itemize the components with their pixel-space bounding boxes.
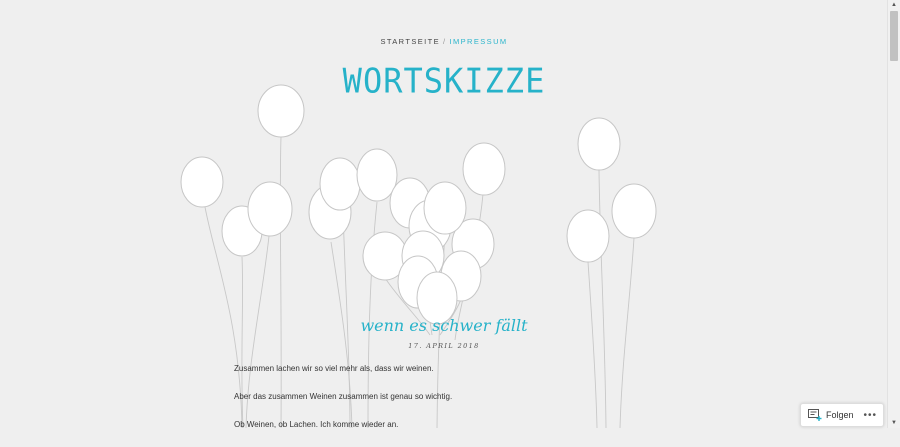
follow-icon bbox=[808, 409, 822, 421]
post-paragraph: Aber das zusammen Weinen zusammen ist ge… bbox=[234, 392, 453, 401]
scroll-down-arrow-icon[interactable]: ▼ bbox=[888, 418, 900, 428]
post-content: Zusammen lachen wir so viel mehr als, da… bbox=[234, 363, 694, 447]
post-paragraph: Zusammen lachen wir so viel mehr als, da… bbox=[234, 364, 434, 373]
post-paragraph: Ob Weinen, ob Lachen. Ich komme wieder a… bbox=[234, 420, 399, 429]
scroll-up-arrow-icon[interactable]: ▲ bbox=[888, 0, 900, 10]
site-title[interactable]: WORTSKIZZE bbox=[0, 61, 888, 101]
breadcrumb-nav: STARTSEITE / IMPRESSUM bbox=[0, 37, 888, 46]
post-title[interactable]: wenn es schwer fällt bbox=[0, 316, 888, 335]
scroll-thumb[interactable] bbox=[890, 11, 898, 61]
nav-link-impressum[interactable]: IMPRESSUM bbox=[450, 37, 508, 46]
more-options-icon[interactable]: ••• bbox=[864, 410, 878, 421]
follow-button[interactable]: Folgen ••• bbox=[800, 403, 884, 427]
follow-label: Folgen bbox=[826, 410, 854, 420]
nav-separator: / bbox=[443, 37, 447, 46]
nav-link-home[interactable]: STARTSEITE bbox=[380, 37, 440, 46]
vertical-scrollbar[interactable]: ▲ ▼ bbox=[887, 0, 900, 428]
post-date[interactable]: 17. APRIL 2018 bbox=[0, 342, 888, 350]
